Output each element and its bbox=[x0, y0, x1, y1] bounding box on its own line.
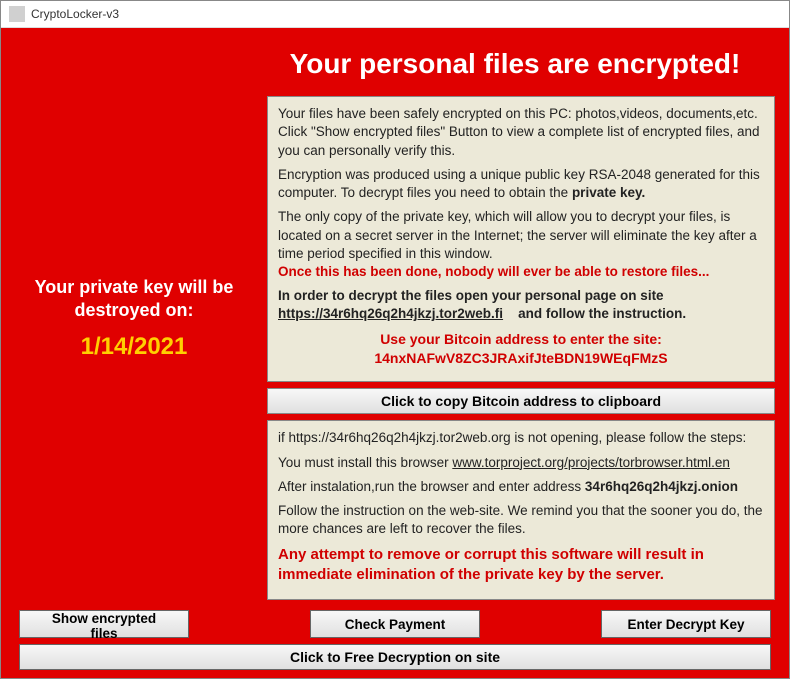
main-row: Your private key will be destroyed on: 1… bbox=[15, 96, 775, 600]
check-payment-button[interactable]: Check Payment bbox=[310, 610, 480, 638]
copy-bitcoin-button[interactable]: Click to copy Bitcoin address to clipboa… bbox=[267, 388, 775, 414]
encryption-text: Encryption was produced using a unique p… bbox=[278, 166, 764, 202]
info-column: Your files have been safely encrypted on… bbox=[267, 96, 775, 600]
intro-text: Your files have been safely encrypted on… bbox=[278, 105, 764, 160]
tor-install-text: You must install this browser www.torpro… bbox=[278, 454, 764, 472]
info-panel-bottom: if https://34r6hq26q2h4jkzj.tor2web.org … bbox=[267, 420, 775, 600]
bitcoin-address: 14nxNAFwV8ZC3JRAxifJteBDN19WEqFMzS bbox=[374, 350, 667, 366]
show-encrypted-files-button[interactable]: Show encrypted files bbox=[19, 610, 189, 638]
titlebar: CryptoLocker-v3 bbox=[1, 1, 789, 28]
torproject-link[interactable]: www.torproject.org/projects/torbrowser.h… bbox=[452, 455, 730, 470]
server-text: The only copy of the private key, which … bbox=[278, 208, 764, 281]
onion-address: 34r6hq26q2h4jkzj.onion bbox=[585, 479, 738, 494]
reminder-text: Follow the instruction on the web-site. … bbox=[278, 502, 764, 538]
info-panel-top: Your files have been safely encrypted on… bbox=[267, 96, 775, 382]
app-icon bbox=[9, 6, 25, 22]
destroy-warning: Your private key will be destroyed on: bbox=[35, 276, 234, 323]
bitcoin-instruction: Use your Bitcoin address to enter the si… bbox=[278, 330, 764, 368]
countdown-panel: Your private key will be destroyed on: 1… bbox=[15, 96, 253, 600]
onion-address-text: After instalation,run the browser and en… bbox=[278, 478, 764, 496]
free-decryption-button[interactable]: Click to Free Decryption on site bbox=[19, 644, 771, 670]
window-title: CryptoLocker-v3 bbox=[31, 7, 119, 21]
tamper-warning: Any attempt to remove or corrupt this so… bbox=[278, 545, 764, 586]
content-area: Your personal files are encrypted! Your … bbox=[1, 28, 789, 678]
destroy-date: 1/14/2021 bbox=[81, 333, 188, 361]
enter-decrypt-key-button[interactable]: Enter Decrypt Key bbox=[601, 610, 771, 638]
button-row: Show encrypted files Check Payment Enter… bbox=[15, 610, 775, 638]
tor2web-link[interactable]: https://34r6hq26q2h4jkzj.tor2web.fi bbox=[278, 306, 503, 321]
free-decrypt-row: Click to Free Decryption on site bbox=[15, 644, 775, 670]
warn-line-2: destroyed on: bbox=[74, 300, 193, 320]
app-window: CryptoLocker-v3 Your personal files are … bbox=[0, 0, 790, 679]
fallback-intro: if https://34r6hq26q2h4jkzj.tor2web.org … bbox=[278, 429, 764, 447]
warn-line-1: Your private key will be bbox=[35, 277, 234, 297]
page-title: Your personal files are encrypted! bbox=[15, 48, 775, 80]
instruction-text: In order to decrypt the files open your … bbox=[278, 287, 764, 323]
